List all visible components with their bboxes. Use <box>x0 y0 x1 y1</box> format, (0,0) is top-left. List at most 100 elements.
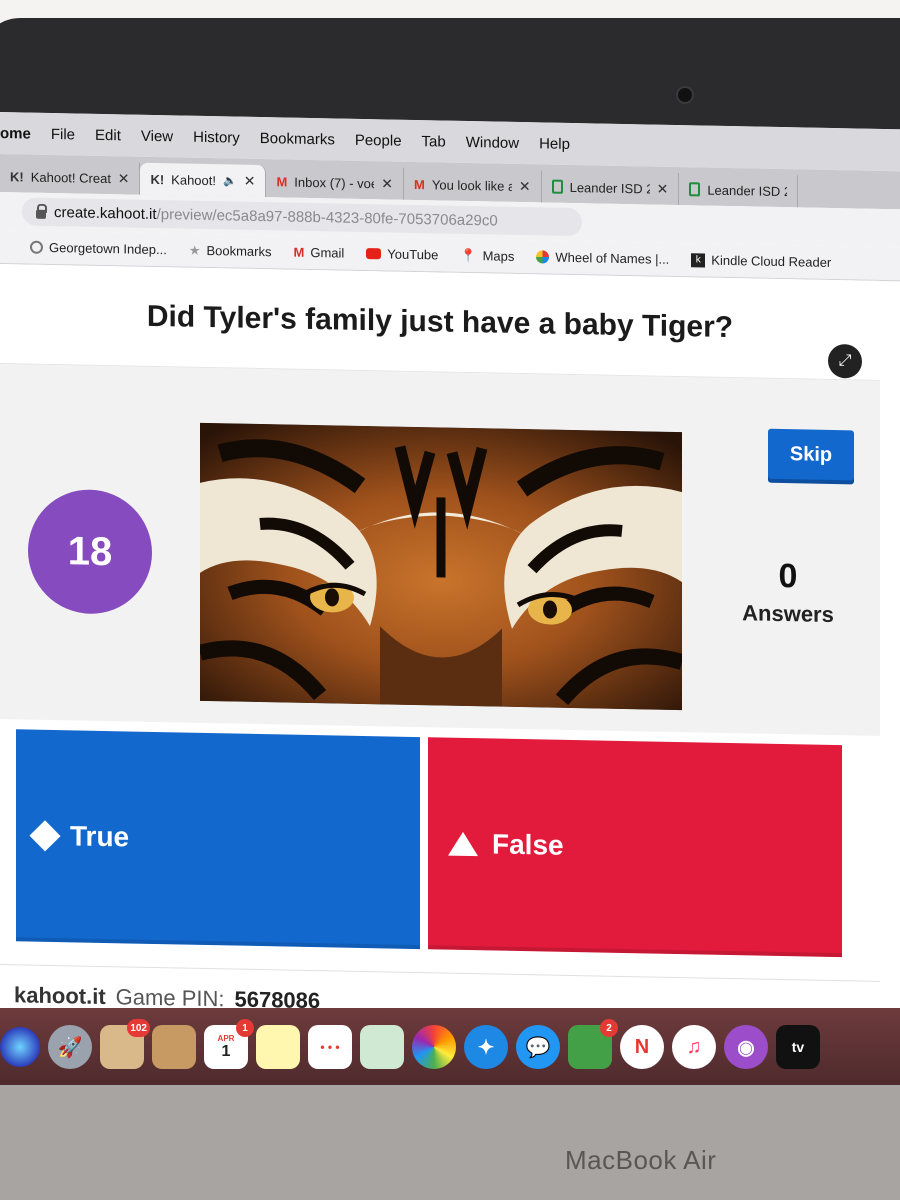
calendar-icon[interactable]: APR 1 1 <box>204 1019 254 1069</box>
messages-icon[interactable]: 💬 <box>516 1025 560 1069</box>
bookmark-label: Gmail <box>310 244 345 261</box>
music-note-icon[interactable]: ♫ <box>672 1025 716 1069</box>
facetime-badge: 2 <box>600 1019 618 1037</box>
webcam <box>676 86 694 104</box>
bookmark-maps[interactable]: 📍 Maps <box>460 247 514 264</box>
menu-window[interactable]: Window <box>466 133 519 151</box>
reminder-dots-icon: • • • <box>320 1040 340 1054</box>
tab-title: Kahoot! Create <box>30 169 111 186</box>
sheets-favicon-icon <box>551 179 563 194</box>
menu-app-name[interactable]: ome <box>0 125 31 143</box>
star-icon: ★ <box>188 242 201 258</box>
bookmark-georgetown[interactable]: Georgetown Indep... <box>30 239 167 258</box>
bookmark-label: Georgetown Indep... <box>49 239 167 258</box>
question-stage: 18 Skip 0 Answers <box>0 364 880 736</box>
calendar-day: 1 <box>221 1042 231 1060</box>
skip-button[interactable]: Skip <box>768 428 854 481</box>
tiger-face-illustration <box>200 422 682 711</box>
calendar-badge: 1 <box>236 1019 254 1037</box>
question-text: Did Tyler's family just have a baby Tige… <box>146 299 734 344</box>
mail-badge: 102 <box>127 1019 150 1037</box>
gmail-favicon-icon: M <box>276 173 288 190</box>
youtube-icon <box>366 248 382 260</box>
bookmark-label: Kindle Cloud Reader <box>711 252 832 270</box>
diamond-icon <box>29 820 61 852</box>
answers-count: 0 <box>778 556 798 596</box>
maps-icon[interactable] <box>360 1025 404 1069</box>
maps-pin-icon: 📍 <box>460 247 477 263</box>
tab-kahoot[interactable]: K! Kahoot! 🔈 ✕ <box>140 162 267 198</box>
bookmark-bookmarks[interactable]: ★ Bookmarks <box>189 242 272 260</box>
answer-false-label: False <box>492 828 564 861</box>
kahoot-preview: Did Tyler's family just have a baby Tige… <box>0 264 880 1104</box>
tab-kahoot-create[interactable]: K! Kahoot! Create ✕ <box>0 160 141 195</box>
menu-tab[interactable]: Tab <box>422 133 446 150</box>
close-icon[interactable]: ✕ <box>244 172 256 189</box>
menu-bookmarks[interactable]: Bookmarks <box>260 129 335 147</box>
facetime-icon[interactable]: 2 <box>568 1019 618 1069</box>
tab-leander-2[interactable]: Leander ISD 2 <box>679 173 799 208</box>
answer-false[interactable]: False <box>428 737 842 958</box>
photos-icon[interactable] <box>412 1025 456 1069</box>
url-field[interactable]: create.kahoot.it/preview/ec5a8a97-888b-4… <box>22 197 582 237</box>
bookmark-youtube[interactable]: YouTube <box>366 246 438 262</box>
menu-edit[interactable]: Edit <box>95 126 121 143</box>
kindle-icon: k <box>691 252 706 268</box>
reminders-icon[interactable]: • • • <box>308 1025 352 1069</box>
bookmark-label: Maps <box>482 248 515 264</box>
footer-site: kahoot.it <box>14 981 106 1009</box>
tab-gmail-inbox[interactable]: M Inbox (7) - voe ✕ <box>266 165 405 200</box>
close-icon[interactable]: ✕ <box>657 180 669 197</box>
mail-stamp-icon[interactable]: 102 <box>100 1019 150 1069</box>
tab-title: Leander ISD 2 <box>707 182 788 199</box>
tiger-image <box>200 422 682 711</box>
notes-icon[interactable] <box>256 1025 300 1069</box>
gmail-favicon-icon: M <box>414 176 425 192</box>
gmail-icon: M <box>293 244 305 260</box>
bookmark-label: Bookmarks <box>206 242 272 260</box>
url-path: /preview/ec5a8a97-888b-4323-80fe-7053706… <box>156 205 498 230</box>
bookmark-label: Wheel of Names |... <box>555 249 670 267</box>
countdown-timer: 18 <box>28 488 152 615</box>
close-icon[interactable]: ✕ <box>519 177 531 194</box>
bookmark-label: YouTube <box>387 246 439 263</box>
answer-true[interactable]: True <box>16 729 420 950</box>
menu-people[interactable]: People <box>355 131 402 149</box>
safari-compass-icon[interactable]: ✦ <box>464 1025 508 1069</box>
lock-icon[interactable] <box>36 209 46 219</box>
siri-icon[interactable] <box>0 1027 40 1067</box>
news-icon[interactable]: N <box>620 1025 664 1069</box>
globe-icon <box>30 240 43 254</box>
question-header: Did Tyler's family just have a baby Tige… <box>0 264 880 381</box>
tab-title: Inbox (7) - voe <box>294 174 375 191</box>
apple-tv-icon[interactable]: tv <box>776 1025 820 1069</box>
tab-title: You look like a <box>431 176 512 194</box>
close-icon[interactable]: ✕ <box>118 170 130 187</box>
tab-leander-1[interactable]: Leander ISD 2 ✕ <box>541 170 680 206</box>
bookmark-kindle[interactable]: k Kindle Cloud Reader <box>691 252 831 270</box>
close-icon[interactable]: ✕ <box>381 175 393 192</box>
screen: ome File Edit View History Bookmarks Peo… <box>0 112 900 1105</box>
menu-file[interactable]: File <box>51 125 75 142</box>
tab-title: Leander ISD 2 <box>569 179 650 196</box>
speaker-icon[interactable]: 🔈 <box>223 174 237 187</box>
bookmark-gmail[interactable]: M Gmail <box>294 245 345 261</box>
wheel-icon <box>536 250 550 264</box>
calendar-month: APR <box>217 1033 235 1043</box>
kahoot-favicon-icon: K! <box>10 168 24 184</box>
menu-history[interactable]: History <box>193 128 240 146</box>
dock: 🚀 102 APR 1 1 • • • ✦ 💬 2 N ♫ ◉ tv <box>0 1008 900 1086</box>
triangle-icon <box>448 831 478 857</box>
macbook-brand-label: MacBook Air <box>565 1145 717 1175</box>
tab-gmail-message[interactable]: M You look like a ✕ <box>404 167 542 203</box>
menu-view[interactable]: View <box>141 127 173 145</box>
launchpad-icon[interactable]: 🚀 <box>48 1025 92 1069</box>
fullscreen-icon[interactable]: ⤢ <box>828 343 862 379</box>
bookmark-wheel-of-names[interactable]: Wheel of Names |... <box>536 249 669 267</box>
podcasts-icon[interactable]: ◉ <box>724 1025 768 1069</box>
url-host: create.kahoot.it <box>54 203 157 223</box>
menu-help[interactable]: Help <box>539 135 570 153</box>
kahoot-favicon-icon: K! <box>150 171 165 187</box>
contacts-icon[interactable] <box>152 1025 196 1069</box>
answer-true-label: True <box>70 820 130 853</box>
